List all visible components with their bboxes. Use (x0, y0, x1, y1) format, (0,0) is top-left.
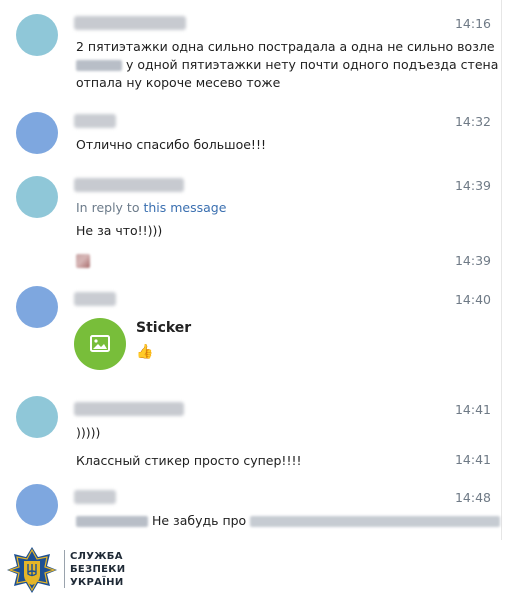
avatar[interactable] (16, 484, 58, 526)
message-time: 14:39 (454, 178, 491, 193)
message-text: Классный стикер просто супер!!!! (76, 453, 302, 468)
thumbs-up-icon: 👍 (136, 344, 154, 360)
message-text-line: у одной пятиэтажки нету почти одного под… (76, 56, 498, 74)
message-time: 14:16 (454, 16, 491, 31)
sticker-thumbnail[interactable] (74, 318, 126, 370)
message-text: Не за что!!))) (76, 223, 163, 238)
logo-text: БЕЗПЕКИ (70, 564, 126, 575)
message-text: Отлично спасибо большое!!! (76, 137, 266, 152)
sender-name-redacted (74, 178, 184, 192)
logo-text: СЛУЖБА (70, 551, 123, 562)
message-text-line: отпала ну короче месево тоже (76, 74, 280, 92)
reply-header: In reply to this message (76, 199, 226, 217)
avatar[interactable] (16, 112, 58, 154)
reply-link[interactable]: this message (143, 200, 226, 215)
message-text-line: 2 пятиэтажки одна сильно пострадала а од… (76, 38, 495, 56)
message-text: ))))) (76, 425, 101, 440)
sbu-emblem-icon (7, 547, 57, 593)
message-time: 14:48 (454, 490, 491, 505)
avatar[interactable] (16, 286, 58, 328)
sender-name-redacted (74, 490, 116, 504)
redacted-text (76, 516, 148, 527)
sender-name-redacted (74, 292, 116, 306)
message-text-line: Не забудь про (76, 512, 501, 530)
sender-name-redacted (74, 402, 184, 416)
message-time: 14:40 (454, 292, 491, 307)
avatar[interactable] (16, 176, 58, 218)
message-text: 2 пятиэтажки одна сильно пострадала а од… (76, 39, 495, 54)
sticker-label: Sticker (136, 320, 192, 336)
message-text: отпала ну короче месево тоже (76, 75, 281, 90)
redacted-text (76, 60, 122, 71)
sbu-logo (6, 546, 58, 594)
logo-text: УКРАЇНИ (70, 577, 124, 588)
avatar[interactable] (16, 396, 58, 438)
sender-name-redacted (74, 16, 186, 30)
photo-thumbnail[interactable] (76, 254, 90, 268)
chat-history: 14:16 2 пятиэтажки одна сильно пострадал… (4, 0, 502, 540)
message-time: 14:41 (454, 402, 491, 417)
sender-name-redacted (74, 114, 116, 128)
logo-divider (64, 550, 65, 588)
message-time: 14:39 (454, 253, 491, 268)
avatar[interactable] (16, 14, 58, 56)
reply-prefix: In reply to (76, 200, 140, 215)
image-icon (90, 335, 110, 352)
redacted-text (250, 516, 501, 527)
message-text: Не забудь про (151, 513, 247, 528)
message-text: у одной пятиэтажки нету почти одного под… (125, 57, 499, 72)
message-time: 14:41 (454, 452, 491, 467)
message-time: 14:32 (454, 114, 491, 129)
